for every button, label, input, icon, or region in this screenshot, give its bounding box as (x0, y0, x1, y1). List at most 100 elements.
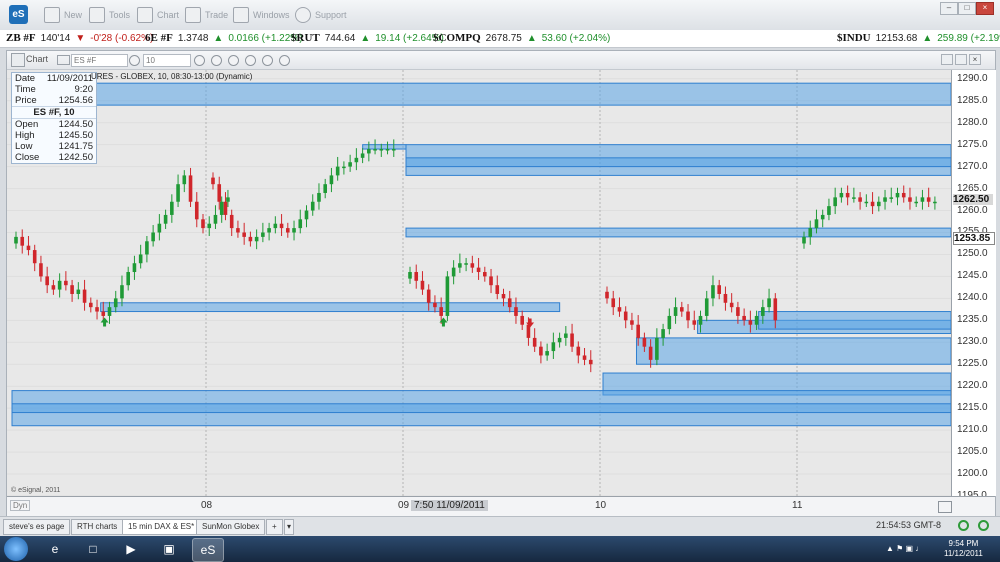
candle-body (617, 307, 622, 312)
price-chart[interactable] (7, 70, 951, 496)
taskbar-clock[interactable]: 9:54 PM 11/12/2011 (944, 539, 983, 559)
add-tab-button[interactable]: + (266, 519, 283, 535)
buy-signal-arrow-icon (439, 317, 448, 327)
info-value: 1241.75 (58, 141, 93, 152)
candle-body (95, 307, 99, 312)
time-axis[interactable]: Dyn 08 09 10 11 7:50 11/09/2011 (7, 496, 995, 517)
cursor-icon[interactable] (245, 55, 256, 66)
chart-window-title: Chart (26, 54, 49, 64)
minimize-button[interactable]: – (940, 2, 958, 15)
info-row: Time 9:20 (12, 84, 96, 95)
supply-demand-zone[interactable] (758, 311, 951, 330)
clock-icon[interactable] (262, 55, 273, 66)
y-tick-label: 1215.0 (957, 402, 988, 414)
supply-demand-zone[interactable] (100, 302, 561, 313)
zoom-in-icon[interactable] (194, 55, 205, 66)
chart-window-icon (11, 53, 25, 67)
supply-demand-zone[interactable] (635, 337, 951, 365)
pencil-icon[interactable] (211, 55, 222, 66)
trade-label: Trade (205, 10, 229, 20)
chart-minimize-button[interactable] (941, 54, 953, 65)
ticker-item[interactable]: $INDU 12153.68 ▲ 259.89 (+2.19%) (837, 32, 1000, 44)
ticker-item[interactable]: ZB #F 140'14 ▼ -0'28 (-0.62%) (6, 32, 153, 44)
page-tab[interactable]: RTH charts (71, 519, 124, 535)
connection-status-icon[interactable] (958, 520, 969, 531)
esignal-taskbar-icon[interactable]: eS (192, 538, 224, 562)
candle-body (704, 298, 709, 316)
interval-icon[interactable] (129, 55, 140, 66)
candle-body (698, 315, 703, 325)
trade-button[interactable]: Trade (185, 6, 228, 24)
zoom-out-icon[interactable] (228, 55, 239, 66)
info-value: 1244.50 (58, 119, 93, 130)
copyright-label: © eSignal, 2011 (11, 487, 61, 494)
page-tab[interactable]: SunMon Globex (196, 519, 266, 535)
media-player-icon[interactable]: ▶ (116, 538, 146, 560)
candle-body (373, 149, 377, 151)
price-axis[interactable]: 1195.01200.01205.01210.01215.01220.01225… (951, 70, 996, 501)
link-icon[interactable] (279, 55, 290, 66)
candle-body (379, 149, 384, 151)
chart-close-button[interactable]: × (969, 54, 981, 65)
page-tab[interactable]: steve's es page (3, 519, 71, 535)
cursor-info-window: Date 11/09/2011 Time 9:20 Price 1254.56 ES #F… (11, 72, 97, 164)
candle-body (45, 276, 49, 286)
ticker-last: 744.64 (324, 32, 356, 44)
candle-body (82, 289, 87, 303)
start-button[interactable] (4, 537, 28, 561)
candle-body (802, 236, 806, 244)
symbol-input[interactable]: ES #F (71, 54, 128, 67)
candle-body (648, 346, 653, 360)
candlestick-chart (7, 70, 951, 496)
candle-body (680, 307, 684, 312)
candle-body (754, 315, 759, 325)
y-tick-label: 1280.0 (957, 116, 988, 128)
candle-body (808, 228, 813, 237)
candle-body (304, 210, 309, 220)
ticker-last: 1.3748 (177, 32, 209, 44)
supply-demand-zone[interactable] (405, 157, 951, 168)
network-icon[interactable]: ▣ (154, 538, 184, 560)
candle-body (827, 206, 831, 215)
candle-body (864, 201, 869, 204)
scroll-to-end-icon[interactable] (938, 501, 952, 513)
esignal-logo[interactable]: eS (9, 5, 28, 24)
candle-body (870, 201, 875, 207)
candle-body (773, 298, 778, 321)
candle-body (564, 333, 568, 338)
interval-input[interactable]: 10 (143, 54, 191, 67)
windows-button[interactable]: Windows (233, 6, 290, 24)
ticker-item[interactable]: $RUT 744.64 ▲ 19.14 (+2.64%) (291, 32, 444, 44)
power-icon[interactable] (978, 520, 989, 531)
page-tab[interactable]: 15 min DAX & ES* (122, 519, 201, 535)
ticker-item[interactable]: $COMPQ 2678.75 ▲ 53.60 (+2.04%) (433, 32, 610, 44)
candle-body (292, 228, 296, 233)
internet-explorer-icon[interactable]: e (40, 538, 70, 560)
tools-icon (89, 7, 105, 23)
tray-icons[interactable]: ▲ ⚑ ▣ ♩ (886, 544, 926, 554)
tools-button[interactable]: Tools (89, 6, 130, 24)
tab-menu-button[interactable]: ▾ (284, 519, 295, 535)
candle-body (32, 250, 37, 264)
y-tick-label: 1230.0 (957, 336, 988, 348)
support-button[interactable]: Support (295, 6, 347, 24)
ticker-item[interactable]: 6E #F 1.3748 ▲ 0.0166 (+1.22%) (145, 32, 303, 44)
chart-maximize-button[interactable] (955, 54, 967, 65)
y-tick-label: 1235.0 (957, 314, 988, 326)
dyn-button[interactable]: Dyn (10, 500, 31, 511)
candle-body (883, 197, 887, 202)
supply-demand-zone[interactable] (11, 82, 951, 106)
maximize-button[interactable]: □ (958, 2, 976, 15)
candle-body (889, 197, 894, 199)
close-button[interactable]: × (976, 2, 994, 15)
candle-body (317, 192, 321, 202)
chart-button[interactable]: Chart (137, 6, 179, 24)
candle-body (858, 197, 862, 202)
candle-body (767, 298, 771, 308)
candle-body (414, 272, 419, 281)
folder-icon[interactable]: □ (78, 538, 108, 560)
supply-demand-zone[interactable] (11, 403, 951, 414)
symbol-link-icon[interactable] (57, 55, 70, 65)
supply-demand-zone[interactable] (405, 227, 951, 238)
new-button[interactable]: New (44, 6, 82, 24)
